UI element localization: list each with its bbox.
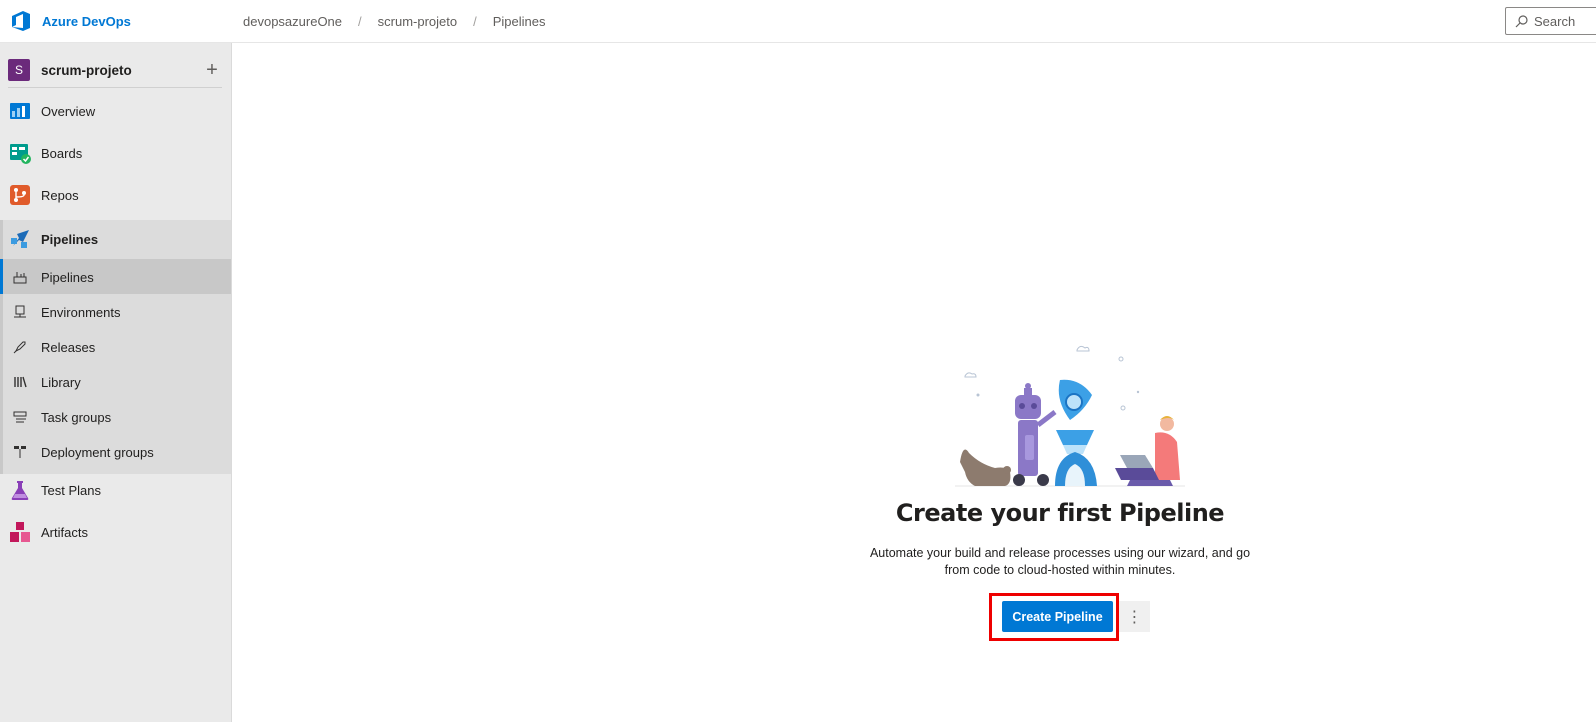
divider <box>8 87 222 88</box>
sidebar-subitem-label: Releases <box>41 339 96 355</box>
more-options-button[interactable]: ⋮ <box>1119 601 1150 632</box>
sidebar-item-test-plans[interactable]: Test Plans <box>0 478 231 502</box>
sidebar-item-label: Overview <box>41 103 96 119</box>
project-header[interactable]: S scrum-projeto + <box>8 53 222 87</box>
pipelines-icon <box>8 227 32 251</box>
library-icon <box>12 374 28 390</box>
repos-icon <box>8 183 32 207</box>
sidebar-subitem-library[interactable]: Library <box>0 373 231 391</box>
sidebar: S scrum-projeto + Overview Boards Repos … <box>0 43 232 722</box>
pipeline-robot-illustration <box>955 345 1185 487</box>
breadcrumb: devopsazureOne / scrum-projeto / Pipelin… <box>243 14 546 29</box>
add-icon[interactable]: + <box>202 60 222 80</box>
sidebar-item-label: Artifacts <box>41 524 88 540</box>
project-name: scrum-projeto <box>41 62 132 78</box>
artifacts-icon <box>8 520 32 544</box>
search-icon <box>1515 14 1528 27</box>
project-avatar: S <box>8 59 30 81</box>
search-box[interactable]: Search <box>1505 7 1596 35</box>
sidebar-subitem-label: Library <box>41 374 81 390</box>
pipelines-sub-icon <box>12 269 28 285</box>
sidebar-item-label: Boards <box>41 145 83 161</box>
breadcrumb-project[interactable]: scrum-projeto <box>378 14 457 29</box>
boards-icon <box>8 141 32 165</box>
sidebar-item-label: Repos <box>41 187 79 203</box>
breadcrumb-pipelines[interactable]: Pipelines <box>493 14 546 29</box>
sidebar-item-pipelines[interactable]: Pipelines <box>0 227 231 251</box>
environments-icon <box>12 304 28 320</box>
sidebar-subitem-label: Task groups <box>41 409 112 425</box>
create-pipeline-button[interactable]: Create Pipeline <box>1002 601 1113 632</box>
sidebar-item-artifacts[interactable]: Artifacts <box>0 520 231 544</box>
sidebar-subitem-deployment-groups[interactable]: Deployment groups <box>0 443 231 461</box>
sidebar-subitem-label: Deployment groups <box>41 444 154 460</box>
brand-home-link[interactable]: Azure DevOps <box>10 10 131 32</box>
breadcrumb-separator: / <box>358 14 362 29</box>
empty-state-title: Create your first Pipeline <box>895 499 1225 527</box>
releases-icon <box>12 339 28 355</box>
sidebar-subitem-label: Environments <box>41 304 121 320</box>
sidebar-subitem-label: Pipelines <box>41 269 94 285</box>
top-bar: Azure DevOps devopsazureOne / scrum-proj… <box>0 0 1596 43</box>
sidebar-item-repos[interactable]: Repos <box>0 183 231 207</box>
brand-name: Azure DevOps <box>42 13 131 29</box>
test-plans-icon <box>8 478 32 502</box>
sidebar-subitem-pipelines[interactable]: Pipelines <box>0 268 231 286</box>
sidebar-item-label: Pipelines <box>41 231 99 247</box>
breadcrumb-separator: / <box>473 14 477 29</box>
empty-state-description: Automate your build and release processe… <box>869 546 1251 577</box>
sidebar-item-label: Test Plans <box>41 482 101 498</box>
sidebar-subitem-task-groups[interactable]: Task groups <box>0 408 231 426</box>
sidebar-subitem-releases[interactable]: Releases <box>0 338 231 356</box>
search-placeholder: Search <box>1534 13 1576 29</box>
deployment-groups-icon <box>12 444 28 460</box>
breadcrumb-organization[interactable]: devopsazureOne <box>243 14 342 29</box>
task-groups-icon <box>12 409 28 425</box>
azure-devops-logo-icon <box>12 11 30 31</box>
sidebar-subitem-environments[interactable]: Environments <box>0 303 231 321</box>
sidebar-item-boards[interactable]: Boards <box>0 141 231 165</box>
more-vertical-icon: ⋮ <box>1126 608 1143 626</box>
overview-icon <box>8 99 32 123</box>
sidebar-item-overview[interactable]: Overview <box>0 99 231 123</box>
